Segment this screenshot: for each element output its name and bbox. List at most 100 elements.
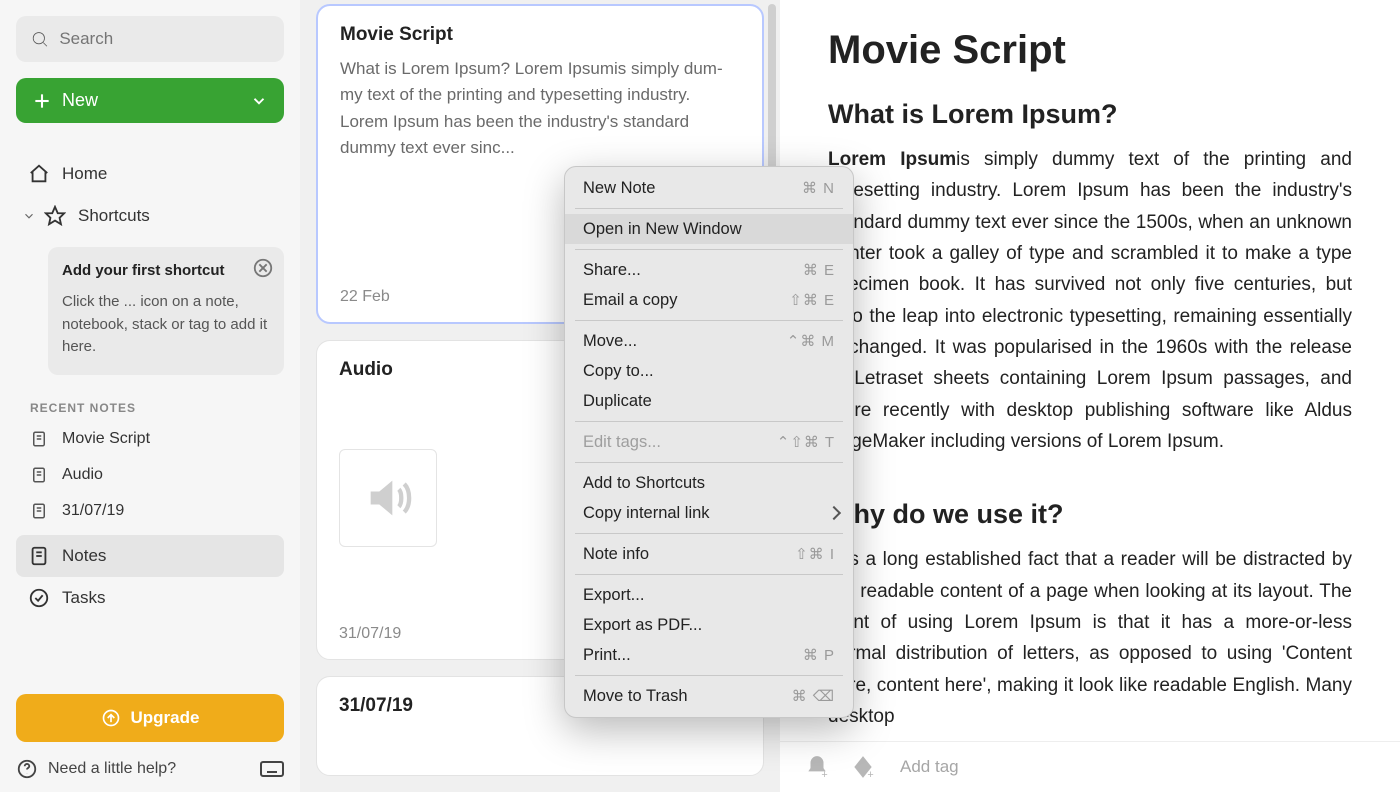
note-icon — [30, 502, 48, 520]
search-box[interactable] — [16, 16, 284, 62]
menu-item-label: Add to Shortcuts — [583, 474, 705, 493]
help-label: Need a little help? — [48, 760, 176, 778]
menu-item-shortcut: ⌘ N — [802, 179, 835, 197]
menu-item-label: Print... — [583, 646, 631, 665]
menu-separator — [575, 421, 843, 422]
nav-shortcuts-label: Shortcuts — [78, 206, 150, 226]
add-tag-input[interactable]: Add tag — [900, 757, 959, 777]
menu-separator — [575, 320, 843, 321]
menu-item-label: Move... — [583, 332, 637, 351]
recent-item[interactable]: Audio — [16, 457, 284, 493]
chevron-down-icon — [250, 92, 268, 110]
menu-item-label: Note info — [583, 545, 649, 564]
nav-home[interactable]: Home — [16, 153, 284, 195]
menu-item[interactable]: Move to Trash ⌘ ⌫ — [565, 681, 853, 711]
menu-item-label: Copy internal link — [583, 504, 710, 523]
recent-item[interactable]: 31/07/19 — [16, 493, 284, 529]
svg-text:+: + — [821, 769, 827, 780]
help-icon — [16, 758, 38, 780]
search-input[interactable] — [59, 29, 270, 49]
menu-item-shortcut: ⌘ P — [803, 646, 835, 664]
editor-paragraph[interactable]: It is a long established fact that a rea… — [828, 544, 1352, 732]
menu-separator — [575, 208, 843, 209]
menu-item-label: Export as PDF... — [583, 616, 702, 635]
editor-h2[interactable]: What is Lorem Ipsum? — [828, 99, 1352, 130]
menu-item-label: Move to Trash — [583, 687, 688, 706]
menu-item-shortcut: ⌘ ⌫ — [792, 687, 835, 705]
plus-icon — [32, 91, 52, 111]
menu-item-label: Open in New Window — [583, 220, 742, 239]
menu-item-shortcut: ⇧⌘ I — [795, 545, 835, 563]
recent-notes-label: RECENT NOTES — [30, 401, 284, 415]
upgrade-label: Upgrade — [131, 708, 200, 728]
note-icon — [30, 430, 48, 448]
menu-item[interactable]: Duplicate — [565, 386, 853, 416]
recent-item-label: Audio — [62, 466, 103, 484]
menu-separator — [575, 533, 843, 534]
recent-item-label: 31/07/19 — [62, 502, 124, 520]
home-icon — [28, 163, 50, 185]
note-card-title: Movie Script — [340, 24, 740, 46]
menu-item[interactable]: Email a copy ⇧⌘ E — [565, 285, 853, 315]
menu-separator — [575, 574, 843, 575]
menu-item[interactable]: Open in New Window — [565, 214, 853, 244]
note-icon — [30, 466, 48, 484]
nav-shortcuts[interactable]: Shortcuts — [16, 195, 284, 237]
upgrade-icon — [101, 708, 121, 728]
menu-item[interactable]: Copy to... — [565, 356, 853, 386]
tip-body: Click the ... icon on a note, notebook, … — [62, 291, 270, 359]
note-icon — [28, 545, 50, 567]
menu-item[interactable]: Share...⌘ E — [565, 255, 853, 285]
note-card-preview: What is Lorem Ipsum? Lorem Ipsumis simpl… — [340, 56, 740, 161]
help-row[interactable]: Need a little help? — [16, 758, 284, 780]
star-icon — [44, 205, 66, 227]
recent-item[interactable]: Movie Script — [16, 421, 284, 457]
editor-text: is simply dummy text of the printing and… — [828, 149, 1352, 452]
audio-thumbnail — [339, 449, 437, 547]
editor-h2[interactable]: Why do we use it? — [828, 499, 1352, 530]
menu-item: Edit tags... ⌃⇧⌘ T — [565, 427, 853, 457]
menu-item-shortcut: ⌃⇧⌘ T — [777, 433, 835, 451]
close-icon[interactable] — [252, 257, 274, 279]
nav-tasks[interactable]: Tasks — [16, 577, 284, 619]
menu-item[interactable]: Copy internal link — [565, 498, 853, 528]
context-menu: New Note ⌘ N Open in New Window Share...⌘ E… — [564, 166, 854, 718]
nav-notes-label: Notes — [62, 546, 106, 566]
menu-separator — [575, 675, 843, 676]
editor-paragraph[interactable]: Lorem Ipsumis simply dummy text of the p… — [828, 144, 1352, 457]
svg-text:+: + — [867, 769, 873, 780]
menu-item[interactable]: Export... — [565, 580, 853, 610]
menu-item[interactable]: Add to Shortcuts — [565, 468, 853, 498]
new-button-label: New — [62, 90, 98, 111]
nav-notes[interactable]: Notes — [16, 535, 284, 577]
menu-item[interactable]: Export as PDF... — [565, 610, 853, 640]
editor-title[interactable]: Movie Script — [828, 28, 1352, 73]
keyboard-icon[interactable] — [260, 759, 284, 779]
menu-item-label: Edit tags... — [583, 433, 661, 452]
nav-home-label: Home — [62, 164, 107, 184]
menu-item-label: New Note — [583, 179, 655, 198]
menu-item-shortcut: ⌘ E — [803, 261, 835, 279]
recent-item-label: Movie Script — [62, 430, 150, 448]
upgrade-button[interactable]: Upgrade — [16, 694, 284, 742]
chevron-down-icon — [22, 209, 36, 223]
new-button[interactable]: New — [16, 78, 284, 123]
tip-title: Add your first shortcut — [62, 261, 270, 281]
tag-icon[interactable]: + — [850, 754, 876, 780]
shortcuts-tip: Add your first shortcut Click the ... ic… — [48, 247, 284, 375]
chevron-right-icon — [827, 506, 841, 520]
nav-tasks-label: Tasks — [62, 588, 105, 608]
menu-item-label: Export... — [583, 586, 644, 605]
menu-item[interactable]: New Note ⌘ N — [565, 173, 853, 203]
menu-item[interactable]: Move...⌃⌘ M — [565, 326, 853, 356]
menu-item[interactable]: Note info ⇧⌘ I — [565, 539, 853, 569]
menu-separator — [575, 462, 843, 463]
menu-item-shortcut: ⇧⌘ E — [789, 291, 835, 309]
sidebar: New Home Shortcuts Add your first shortc… — [0, 0, 300, 792]
tag-bar: + + Add tag — [780, 741, 1400, 792]
speaker-icon — [362, 472, 414, 524]
menu-item-label: Email a copy — [583, 291, 677, 310]
search-icon — [30, 28, 49, 50]
reminder-icon[interactable]: + — [804, 754, 830, 780]
menu-item[interactable]: Print... ⌘ P — [565, 640, 853, 670]
